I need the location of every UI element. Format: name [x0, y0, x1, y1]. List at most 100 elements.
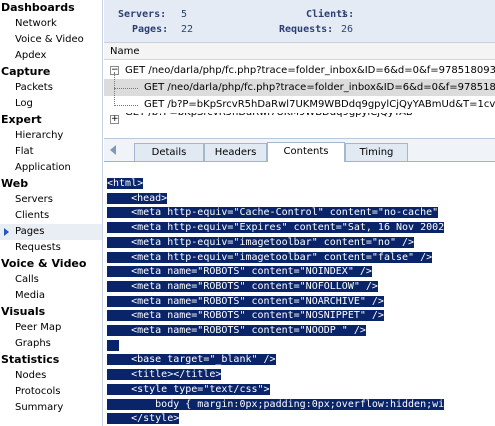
sidebar-item-calls[interactable]: Calls — [0, 272, 102, 288]
sidebar-item-pages[interactable]: Pages — [0, 224, 102, 240]
code-line-text: <meta name="ROBOTS" content="NOFOLLOW" /… — [107, 280, 378, 292]
code-line: </style> — [107, 412, 180, 426]
code-line: <meta http-equiv="Cache-Control" content… — [107, 206, 439, 220]
sidebar-item-label: Servers — [15, 194, 54, 205]
sidebar-item-network[interactable]: Network — [0, 16, 102, 32]
code-line-text: <html> — [107, 178, 144, 189]
detail-tab-bar: Details Headers Contents Timing — [104, 138, 495, 162]
code-line-text: body { margin:0px;padding:0px;overflow:h… — [107, 398, 445, 410]
sidebar-item-nodes[interactable]: Nodes — [0, 368, 102, 384]
sidebar-item-servers[interactable]: Servers — [0, 192, 102, 208]
sidebar-item-label: Log — [15, 98, 33, 109]
sidebar-item-label: Flat — [15, 146, 34, 157]
sidebar-item-label: Media — [15, 290, 46, 301]
code-line: <meta name="ROBOTS" content="NOODP " /> — [107, 324, 366, 338]
tab-timing[interactable]: Timing — [345, 143, 408, 161]
sidebar-item-label: Requests — [15, 242, 61, 253]
code-line: <meta http-equiv="imagetoolbar" content=… — [107, 251, 433, 265]
request-row[interactable]: GET /b?P=bKpSrcvR5hDaRwl7UKM9WBDdq9gpylC… — [104, 96, 495, 113]
sidebar-item-label: Summary — [15, 402, 64, 413]
sidebar-item-log[interactable]: Log — [0, 96, 102, 112]
code-line: <base target="_blank" /> — [107, 353, 276, 367]
sidebar-item-label: Peer Map — [15, 322, 62, 333]
code-line: <meta name="ROBOTS" content="NOARCHIVE" … — [107, 295, 384, 309]
sidebar-item-requests[interactable]: Requests — [0, 240, 102, 256]
code-line: <title></title> — [107, 368, 222, 382]
sidebar-item-label: Application — [15, 162, 71, 173]
sidebar-nav: Dashboards Network Voice & Video Apdex Captu… — [0, 0, 103, 426]
sidebar-section-statistics: Statistics — [1, 353, 60, 366]
requests-label: Requests: — [279, 24, 334, 35]
servers-value: 5 — [181, 9, 188, 20]
sidebar-item-label: Apdex — [15, 50, 47, 61]
tab-label: Timing — [359, 147, 394, 158]
request-label: GET /b?P=bKpSrcvR5hDaRwl7UKM9WBDdq9gpylC… — [144, 99, 495, 110]
name-column-label: Name — [110, 46, 140, 57]
sidebar-section-expert: Expert — [1, 113, 42, 126]
sidebar-item-clients[interactable]: Clients — [0, 208, 102, 224]
tree-line — [114, 88, 138, 89]
code-line-text: <meta name="ROBOTS" content="NOSNIPPET" … — [107, 310, 384, 322]
sidebar-item-label: Calls — [15, 274, 39, 285]
expand-icon[interactable]: + — [110, 115, 119, 124]
sidebar-item-label: Packets — [15, 82, 53, 93]
tab-scroll-left-icon[interactable] — [110, 145, 116, 155]
tree-line — [114, 105, 138, 106]
tree-line — [114, 72, 115, 106]
tab-contents[interactable]: Contents — [267, 142, 345, 162]
sidebar-item-application[interactable]: Application — [0, 160, 102, 176]
code-line: <style type="text/css"> — [107, 383, 270, 397]
sidebar-section-capture: Capture — [1, 65, 51, 78]
request-label: GET /neo/darla/php/fc.php?trace=folder_i… — [144, 82, 495, 93]
code-line: <html> — [107, 177, 144, 191]
code-line-text: <meta http-equiv="imagetoolbar" content=… — [107, 236, 415, 248]
clients-value: 1 — [341, 9, 348, 20]
stats-summary: Servers: 5 Clients: 1 Pages: 22 Requests… — [104, 0, 495, 43]
sidebar-item-apdex[interactable]: Apdex — [0, 48, 102, 64]
code-line: <meta name="ROBOTS" content="NOINDEX" /> — [107, 265, 372, 279]
code-line-text: <base target="_blank" /> — [107, 354, 276, 366]
contents-code-view[interactable]: <html> <head> <meta http-equiv="Cache-Co… — [104, 163, 495, 426]
sidebar-item-summary[interactable]: Summary — [0, 400, 102, 416]
code-line: body { margin:0px;padding:0px;overflow:h… — [107, 398, 445, 412]
code-line: <head> — [107, 192, 168, 206]
request-row[interactable]: GET /neo/darla/php/fc.php?trace=folder_i… — [104, 79, 495, 96]
name-column-header[interactable]: Name — [104, 43, 495, 60]
code-line-text: <title></title> — [107, 369, 222, 381]
sidebar-item-label: Clients — [15, 210, 50, 221]
request-row[interactable]: − GET /neo/darla/php/fc.php?trace=folder… — [104, 62, 495, 79]
tab-headers[interactable]: Headers — [204, 143, 267, 161]
code-line: <meta http-equiv="Expires" content="Sat,… — [107, 221, 445, 235]
code-line-text: <meta http-equiv="Expires" content="Sat,… — [107, 222, 445, 234]
tab-details[interactable]: Details — [134, 143, 204, 161]
code-line-text: <head> — [107, 192, 168, 204]
sidebar-item-media[interactable]: Media — [0, 288, 102, 304]
servers-label: Servers: — [118, 9, 167, 20]
code-line-text: <meta http-equiv="imagetoolbar" content=… — [107, 251, 433, 263]
sidebar-item-protocols[interactable]: Protocols — [0, 384, 102, 400]
tab-label: Contents — [283, 146, 329, 157]
sidebar-item-graphs[interactable]: Graphs — [0, 336, 102, 352]
active-arrow-icon — [4, 228, 9, 236]
tab-label: Details — [151, 147, 187, 158]
sidebar-item-packets[interactable]: Packets — [0, 80, 102, 96]
pages-value: 22 — [181, 24, 194, 35]
code-line: <meta name="ROBOTS" content="NOSNIPPET" … — [107, 309, 384, 323]
code-line: <meta http-equiv="imagetoolbar" content=… — [107, 236, 415, 250]
sidebar-item-voice-video[interactable]: Voice & Video — [0, 32, 102, 48]
sidebar-section-voice-video: Voice & Video — [1, 257, 87, 270]
sidebar-item-flat[interactable]: Flat — [0, 144, 102, 160]
code-line-text: </style> — [107, 413, 180, 425]
sidebar-item-label: Nodes — [15, 370, 47, 381]
tab-label: Headers — [214, 147, 257, 158]
code-line-text: <meta name="ROBOTS" content="NOODP " /> — [107, 325, 366, 336]
request-label: GET /b?P=bKpSrcvR5hDaRwl7UKM9WBDdq9gpylC… — [125, 113, 413, 121]
sidebar-item-hierarchy[interactable]: Hierarchy — [0, 128, 102, 144]
request-label: GET /neo/darla/php/fc.php?trace=folder_i… — [125, 65, 495, 76]
sidebar-item-peer-map[interactable]: Peer Map — [0, 320, 102, 336]
sidebar-item-label: Protocols — [15, 386, 61, 397]
code-line — [107, 339, 120, 353]
request-row[interactable]: + GET /b?P=bKpSrcvR5hDaRwl7UKM9WBDdq9gpy… — [104, 113, 495, 126]
code-line-text: <meta name="ROBOTS" content="NOARCHIVE" … — [107, 295, 384, 307]
pages-label: Pages: — [132, 24, 169, 35]
